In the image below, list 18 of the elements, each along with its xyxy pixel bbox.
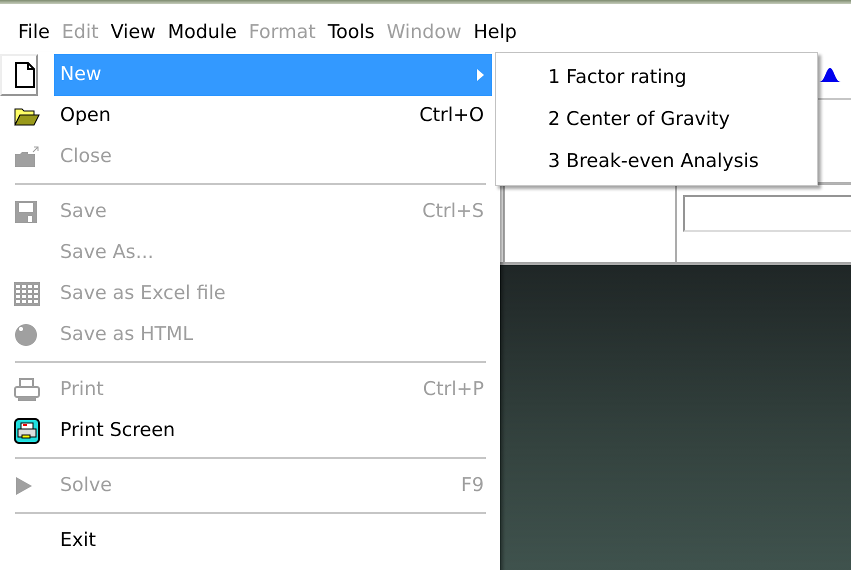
- submenu-item[interactable]: 1 Factor rating: [496, 56, 817, 98]
- menu-bar-item[interactable]: File: [12, 18, 56, 46]
- menu-bar-item[interactable]: Module: [162, 18, 243, 46]
- printer-icon: [14, 378, 40, 402]
- menu-bar-item[interactable]: View: [104, 18, 162, 46]
- menu-item[interactable]: Print Screen: [0, 410, 500, 451]
- mountain-icon[interactable]: [819, 66, 841, 82]
- menu-bar-item[interactable]: Tools: [322, 18, 381, 46]
- menu-bar-item[interactable]: Help: [467, 18, 523, 46]
- globe-icon: [14, 322, 38, 346]
- play-icon: [14, 476, 34, 496]
- printer-icon: [14, 418, 40, 444]
- spreadsheet-icon: [14, 282, 40, 306]
- folder-icon: [14, 146, 40, 168]
- menu-item[interactable]: Exit: [0, 520, 500, 561]
- folder-icon: [14, 106, 40, 126]
- document-icon: [15, 62, 35, 88]
- input-field[interactable]: [683, 195, 851, 232]
